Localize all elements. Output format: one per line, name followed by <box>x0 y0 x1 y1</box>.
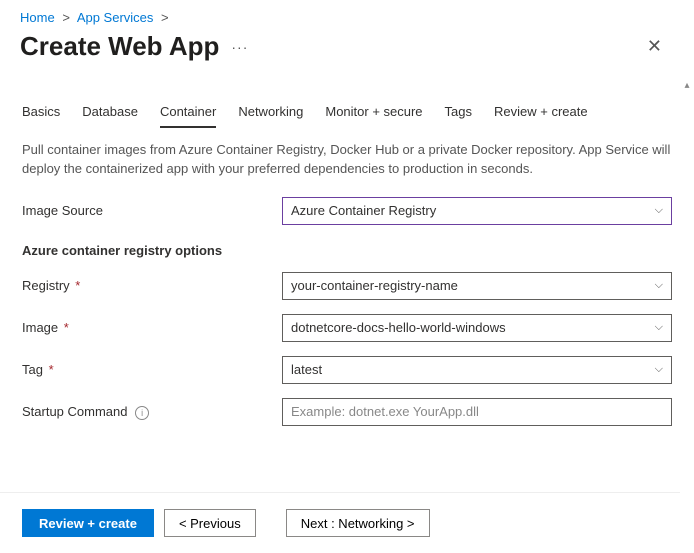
dropdown-tag[interactable]: latest ⌵ <box>282 356 672 384</box>
field-image: Image * dotnetcore-docs-hello-world-wind… <box>22 314 672 342</box>
breadcrumb: Home > App Services > <box>0 0 694 25</box>
scroll-up-icon[interactable]: ▴ <box>680 78 694 92</box>
chevron-down-icon: ⌵ <box>655 321 663 334</box>
dropdown-image-value: dotnetcore-docs-hello-world-windows <box>291 320 506 335</box>
breadcrumb-app-services[interactable]: App Services <box>77 10 154 25</box>
chevron-down-icon: ⌵ <box>655 279 663 292</box>
field-tag: Tag * latest ⌵ <box>22 356 672 384</box>
tab-networking[interactable]: Networking <box>238 104 303 127</box>
field-image-source: Image Source Azure Container Registry ⌵ <box>22 197 672 225</box>
description-text: Pull container images from Azure Contain… <box>22 141 672 179</box>
required-indicator: * <box>45 362 54 377</box>
input-startup-command[interactable] <box>282 398 672 426</box>
dropdown-image[interactable]: dotnetcore-docs-hello-world-windows ⌵ <box>282 314 672 342</box>
tab-database[interactable]: Database <box>82 104 138 127</box>
chevron-down-icon: ⌵ <box>655 204 663 217</box>
label-image: Image * <box>22 320 282 335</box>
label-image-source: Image Source <box>22 203 282 218</box>
dropdown-tag-value: latest <box>291 362 322 377</box>
required-indicator: * <box>72 278 81 293</box>
section-header-acr-options: Azure container registry options <box>22 243 672 258</box>
page-title: Create Web App <box>20 31 219 62</box>
scrollbar[interactable]: ▴ <box>680 78 694 553</box>
field-startup-command: Startup Command i <box>22 398 672 426</box>
label-startup-command: Startup Command i <box>22 404 282 420</box>
breadcrumb-home[interactable]: Home <box>20 10 55 25</box>
dropdown-registry[interactable]: your-container-registry-name ⌵ <box>282 272 672 300</box>
breadcrumb-sep: > <box>62 10 70 25</box>
label-tag: Tag * <box>22 362 282 377</box>
label-registry: Registry * <box>22 278 282 293</box>
breadcrumb-sep: > <box>161 10 169 25</box>
chevron-down-icon: ⌵ <box>655 363 663 376</box>
close-icon[interactable]: ✕ <box>647 36 662 57</box>
tab-container[interactable]: Container <box>160 104 216 128</box>
previous-button[interactable]: < Previous <box>164 509 256 537</box>
tab-monitor-secure[interactable]: Monitor + secure <box>325 104 422 127</box>
dropdown-image-source[interactable]: Azure Container Registry ⌵ <box>282 197 672 225</box>
next-button[interactable]: Next : Networking > <box>286 509 430 537</box>
field-registry: Registry * your-container-registry-name … <box>22 272 672 300</box>
more-actions-icon[interactable]: ··· <box>231 39 248 55</box>
dropdown-registry-value: your-container-registry-name <box>291 278 458 293</box>
required-indicator: * <box>60 320 69 335</box>
dropdown-image-source-value: Azure Container Registry <box>291 203 436 218</box>
tab-basics[interactable]: Basics <box>22 104 60 127</box>
tab-review-create[interactable]: Review + create <box>494 104 588 127</box>
review-create-button[interactable]: Review + create <box>22 509 154 537</box>
footer-actions: Review + create < Previous Next : Networ… <box>0 492 680 553</box>
tab-tags[interactable]: Tags <box>445 104 472 127</box>
title-row: Create Web App ··· ✕ <box>0 25 694 62</box>
tabs: Basics Database Container Networking Mon… <box>0 62 694 127</box>
content-area: Pull container images from Azure Contain… <box>0 127 694 426</box>
info-icon[interactable]: i <box>135 406 149 420</box>
